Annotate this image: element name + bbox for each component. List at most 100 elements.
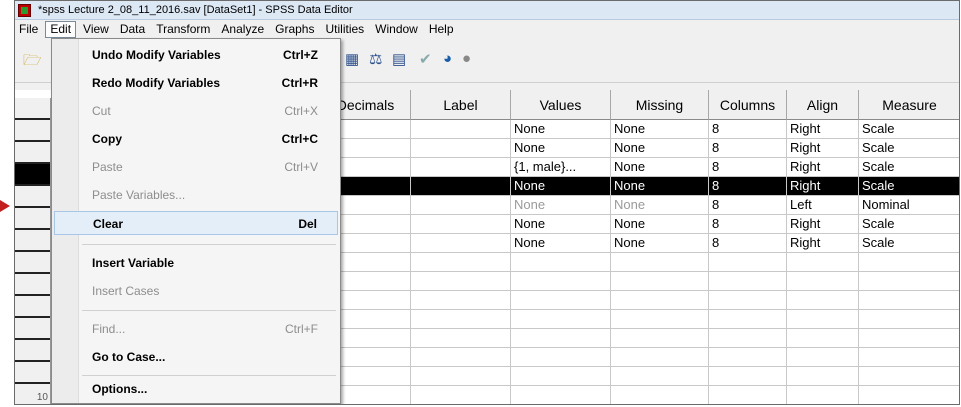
cell-missing[interactable]: None <box>611 158 709 177</box>
row-header[interactable] <box>15 186 51 208</box>
empty-cell[interactable] <box>511 386 611 404</box>
cell-align[interactable]: Right <box>787 120 859 139</box>
menu-edit[interactable]: Edit <box>45 20 77 38</box>
empty-cell[interactable] <box>859 348 959 367</box>
cell-missing[interactable]: None <box>611 139 709 158</box>
empty-cell[interactable] <box>859 310 959 329</box>
cell-label[interactable] <box>411 234 511 253</box>
menu-paste[interactable]: Paste Ctrl+V <box>54 155 338 179</box>
empty-cell[interactable] <box>611 386 709 404</box>
col-header-missing[interactable]: Missing <box>611 90 709 120</box>
menu-analyze[interactable]: Analyze <box>217 21 268 38</box>
row-header[interactable] <box>15 296 51 318</box>
select-cases-icon[interactable]: ✔ <box>419 50 432 68</box>
menu-find[interactable]: Find... Ctrl+F <box>54 317 338 341</box>
empty-cell[interactable] <box>511 272 611 291</box>
empty-cell[interactable] <box>859 253 959 272</box>
empty-cell[interactable] <box>859 367 959 386</box>
col-header-label[interactable]: Label <box>411 90 511 120</box>
cell-measure[interactable]: Scale <box>859 215 959 234</box>
empty-cell[interactable] <box>859 329 959 348</box>
menu-help[interactable]: Help <box>425 21 458 38</box>
empty-cell[interactable] <box>859 291 959 310</box>
cell-missing[interactable]: None <box>611 234 709 253</box>
menu-window[interactable]: Window <box>371 21 422 38</box>
empty-cell[interactable] <box>709 348 787 367</box>
empty-cell[interactable] <box>411 386 511 404</box>
open-folder-icon[interactable]: 🗁 <box>23 50 42 75</box>
empty-cell[interactable] <box>709 291 787 310</box>
cell-align-selected[interactable]: Right <box>787 177 859 196</box>
cell-columns[interactable]: 8 <box>709 139 787 158</box>
empty-cell[interactable] <box>411 367 511 386</box>
menu-data[interactable]: Data <box>116 21 149 38</box>
row-header[interactable] <box>15 142 51 164</box>
use-sets-icon[interactable]: ● <box>462 50 471 67</box>
row-header[interactable] <box>15 318 51 340</box>
cell-label[interactable] <box>411 158 511 177</box>
empty-cell[interactable] <box>511 253 611 272</box>
cell-label[interactable] <box>411 139 511 158</box>
empty-cell[interactable] <box>411 291 511 310</box>
row-header[interactable] <box>15 274 51 296</box>
empty-cell[interactable] <box>611 348 709 367</box>
col-header-measure[interactable]: Measure <box>859 90 959 120</box>
empty-cell[interactable] <box>787 310 859 329</box>
cell-columns-selected[interactable]: 8 <box>709 177 787 196</box>
menu-insert-cases[interactable]: Insert Cases <box>54 279 338 303</box>
empty-cell[interactable] <box>859 272 959 291</box>
empty-cell[interactable] <box>511 329 611 348</box>
menu-options[interactable]: Options... <box>54 377 338 401</box>
cell-label[interactable] <box>411 120 511 139</box>
cell-missing[interactable]: None <box>611 196 709 215</box>
menu-paste-variables[interactable]: Paste Variables... <box>54 183 338 207</box>
cell-values[interactable]: None <box>511 234 611 253</box>
cell-label[interactable] <box>411 215 511 234</box>
cell-values-selected[interactable]: None <box>511 177 611 196</box>
empty-cell[interactable] <box>787 291 859 310</box>
menu-transform[interactable]: Transform <box>152 21 214 38</box>
weight-cases-icon[interactable]: ▤ <box>392 50 406 68</box>
empty-cell[interactable] <box>411 272 511 291</box>
cell-values[interactable]: None <box>511 120 611 139</box>
col-header-align[interactable]: Align <box>787 90 859 120</box>
menu-go-to-case[interactable]: Go to Case... <box>54 345 338 369</box>
empty-cell[interactable] <box>787 386 859 404</box>
empty-cell[interactable] <box>511 291 611 310</box>
cell-missing[interactable]: None <box>611 215 709 234</box>
empty-cell[interactable] <box>709 386 787 404</box>
cell-align[interactable]: Right <box>787 215 859 234</box>
empty-cell[interactable] <box>511 348 611 367</box>
cell-measure[interactable]: Scale <box>859 158 959 177</box>
empty-cell[interactable] <box>411 253 511 272</box>
empty-cell[interactable] <box>709 272 787 291</box>
cell-label-selected[interactable] <box>411 177 511 196</box>
row-header-selected[interactable] <box>15 164 51 186</box>
menu-clear[interactable]: Clear Del <box>54 211 338 235</box>
empty-cell[interactable] <box>611 272 709 291</box>
row-header[interactable] <box>15 362 51 384</box>
col-header-columns[interactable]: Columns <box>709 90 787 120</box>
row-header[interactable] <box>15 98 51 120</box>
cell-align[interactable]: Right <box>787 139 859 158</box>
cell-measure[interactable]: Nominal <box>859 196 959 215</box>
menu-redo[interactable]: Redo Modify Variables Ctrl+R <box>54 71 338 95</box>
cell-measure[interactable]: Scale <box>859 139 959 158</box>
row-header[interactable] <box>15 120 51 142</box>
cell-values[interactable]: {1, male}... <box>511 158 611 177</box>
empty-cell[interactable] <box>787 367 859 386</box>
empty-cell[interactable] <box>611 367 709 386</box>
empty-cell[interactable] <box>709 310 787 329</box>
cell-values[interactable]: None <box>511 139 611 158</box>
cell-align[interactable]: Right <box>787 158 859 177</box>
cell-align[interactable]: Left <box>787 196 859 215</box>
menu-cut[interactable]: Cut Ctrl+X <box>54 99 338 123</box>
empty-cell[interactable] <box>859 386 959 404</box>
empty-cell[interactable] <box>611 310 709 329</box>
empty-cell[interactable] <box>709 367 787 386</box>
menu-view[interactable]: View <box>79 21 113 38</box>
empty-cell[interactable] <box>411 310 511 329</box>
empty-cell[interactable] <box>611 291 709 310</box>
cell-columns[interactable]: 8 <box>709 215 787 234</box>
empty-cell[interactable] <box>611 329 709 348</box>
